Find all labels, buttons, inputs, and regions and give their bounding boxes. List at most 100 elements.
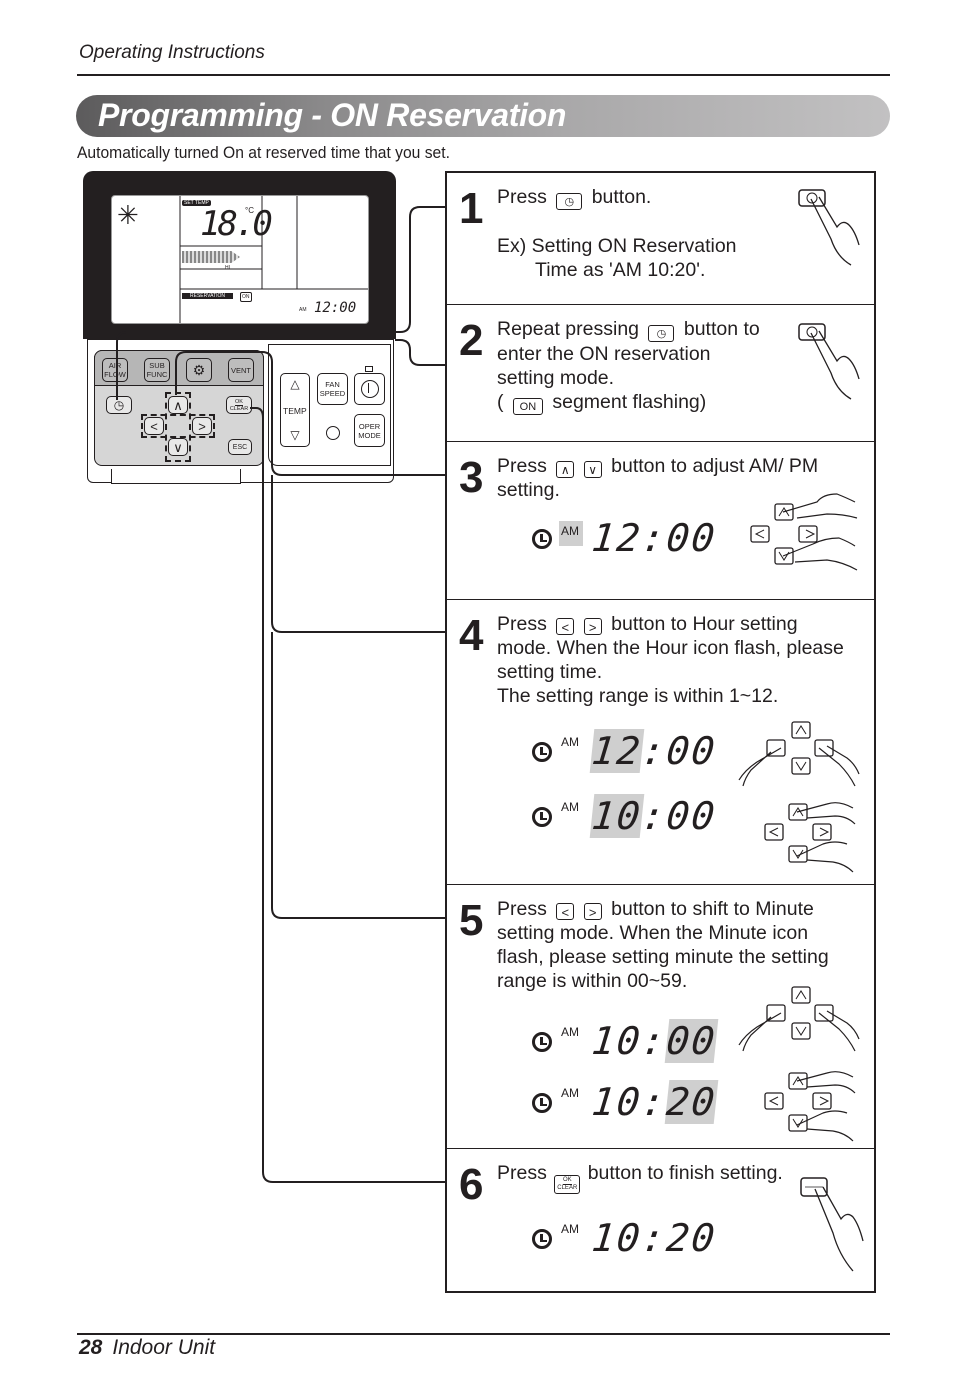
step-text-b: button to shift to Minute (611, 898, 814, 920)
step-5: 5 Press < > button to shift to Minute se… (447, 885, 874, 1149)
step-instruction: Press < > button to Hour setting mode. W… (497, 612, 844, 708)
lcd-time-display: AM 10:00 (532, 794, 719, 838)
step-line-3: flash, please setting minute the setting (497, 946, 829, 968)
time-digits: 10:00 (589, 1019, 719, 1063)
step-text-b: button to (683, 318, 760, 340)
minutes-digits: 20 (664, 1080, 719, 1124)
clock-icon (532, 807, 552, 827)
right-key-icon: > (583, 618, 602, 635)
step-1: 1 Press ◷ button. Ex) Setting ON Reserva… (447, 173, 874, 305)
step-number: 6 (459, 1160, 484, 1209)
callout-line-step1 (116, 206, 447, 400)
callout-line-step2 (395, 339, 447, 366)
left-key-icon: < (556, 618, 575, 635)
callout-line-step3 (175, 351, 447, 476)
am-indicator: AM (559, 521, 583, 546)
hand-pressing-up-down-icon (764, 802, 856, 873)
step-text-a: Press (497, 455, 547, 477)
steps-table: 1 Press ◷ button. Ex) Setting ON Reserva… (445, 171, 876, 1293)
ok-clear-key-icon: OK CLEAR (554, 1175, 581, 1194)
step-line-4: range is within 00~59. (497, 970, 688, 992)
hours-digits: 12 (589, 729, 645, 773)
step-line-2: mode. When the Hour icon flash, please (497, 637, 844, 659)
lcd-time-display: AM 12:00 (532, 729, 719, 773)
hand-pressing-left-right-icon (738, 721, 860, 787)
step-text-a: Press (497, 1162, 547, 1184)
am-indicator: AM (561, 1025, 579, 1039)
step-text-a: Repeat pressing (497, 318, 640, 340)
step-instruction: Press ◷ button. Ex) Setting ON Reservati… (497, 185, 737, 282)
right-key-icon: > (583, 903, 602, 920)
am-indicator: AM (561, 1222, 579, 1236)
hand-pressing-clock-icon (798, 323, 860, 400)
ok-key-label: OK (562, 1177, 572, 1185)
lcd-time-display: AM 12:00 (532, 516, 719, 560)
step-line-2: enter the ON reservation (497, 343, 711, 365)
lcd-time-display: AM 10:00 (532, 1019, 719, 1063)
step-text-a: Press (497, 898, 547, 920)
step-line-3: setting mode. (497, 367, 615, 389)
hand-pressing-ok-icon (800, 1177, 864, 1272)
step-2: 2 Repeat pressing ◷ button to enter the … (447, 305, 874, 442)
step-line-4a: ( (497, 391, 504, 413)
step-line-3: setting time. (497, 661, 603, 683)
hours-digits: 10 (589, 794, 645, 838)
time-digits: 10:20 (589, 1216, 719, 1260)
up-key-icon: ∧ (556, 461, 575, 478)
step-instruction: Repeat pressing ◷ button to enter the ON… (497, 317, 760, 415)
step-number: 5 (459, 896, 484, 945)
time-digits: 12:00 (589, 516, 719, 560)
hand-pressing-up-down-icon (750, 493, 858, 571)
step-4: 4 Press < > button to Hour setting mode.… (447, 600, 874, 885)
minutes-digits: 00 (664, 1019, 719, 1063)
time-digits: 10:00 (589, 794, 719, 838)
am-indicator: AM (561, 735, 579, 749)
step-text-b: button. (591, 186, 652, 208)
hand-pressing-up-down-icon (764, 1071, 856, 1142)
clock-icon (532, 1093, 552, 1113)
hours-digits: 10 (589, 1019, 645, 1063)
step-line-2: setting mode. When the Minute icon (497, 922, 809, 944)
hand-pressing-clock-icon (798, 189, 860, 266)
clock-icon (532, 1229, 552, 1249)
am-indicator: AM (561, 1086, 579, 1100)
left-key-icon: < (556, 903, 575, 920)
step-text-b: button to Hour setting (611, 613, 798, 635)
step-instruction: Press OK CLEAR button to finish setting. (497, 1161, 783, 1194)
callout-line-step5 (271, 632, 447, 919)
clock-icon (532, 529, 552, 549)
clock-icon (532, 1032, 552, 1052)
hours-digits: 10 (589, 1080, 645, 1124)
step-instruction: Press < > button to shift to Minute sett… (497, 897, 829, 993)
page-footer: 28 Indoor Unit (79, 1336, 215, 1360)
footer-divider (77, 1333, 890, 1335)
step-3: 3 Press ∧ ∨ button to adjust AM/ PM sett… (447, 442, 874, 600)
step-number: 4 (459, 611, 484, 660)
step-line-4b: segment flashing) (552, 391, 707, 413)
minutes-digits: 00 (664, 794, 719, 838)
time-digits: 10:20 (589, 1080, 719, 1124)
step-number: 3 (459, 453, 484, 502)
clock-button-icon: ◷ (556, 193, 583, 210)
clear-key-label: CLEAR (557, 1185, 578, 1191)
callout-line-step4 (271, 475, 447, 633)
lcd-time-display: AM 10:20 (532, 1216, 719, 1260)
example-line-1: Ex) Setting ON Reservation (497, 235, 737, 257)
step-number: 2 (459, 316, 484, 365)
clock-icon (532, 742, 552, 762)
step-text-a: Press (497, 186, 547, 208)
example-line-2: Time as 'AM 10:20'. (535, 259, 706, 281)
page-number: 28 (79, 1336, 103, 1359)
callout-line-step6 (250, 407, 447, 1183)
step-6: 6 Press OK CLEAR button to finish settin… (447, 1149, 874, 1291)
step-line-2: setting. (497, 479, 560, 501)
am-indicator: AM (561, 800, 579, 814)
step-text-a: Press (497, 613, 547, 635)
step-text-b: button to finish setting. (587, 1162, 783, 1184)
hand-pressing-left-right-icon (738, 986, 860, 1052)
minutes-digits: 00 (664, 729, 719, 773)
footer-label: Indoor Unit (112, 1336, 216, 1359)
lcd-time-display: AM 10:20 (532, 1080, 719, 1124)
step-text-b: button to adjust AM/ PM (611, 455, 819, 477)
time-digits: 12:00 (589, 729, 719, 773)
